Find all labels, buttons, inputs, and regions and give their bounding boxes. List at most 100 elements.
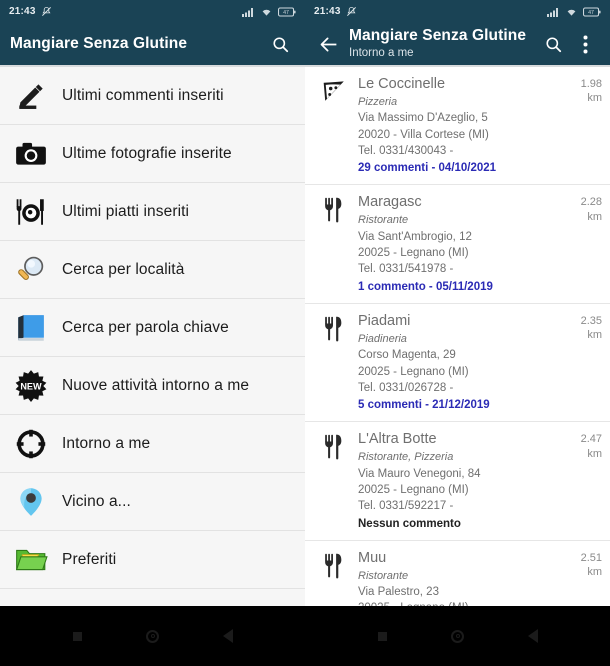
folder-star-icon — [10, 539, 52, 581]
menu-item-label: Intorno a me — [62, 434, 151, 452]
place-details: Maragasc Ristorante Via Sant'Ambrogio, 1… — [351, 193, 562, 295]
status-bar-right: 21:43 47 — [305, 0, 610, 23]
place-distance: 2.47 km — [562, 430, 602, 532]
menu-item-vicino-a[interactable]: Vicino a... — [0, 473, 305, 531]
bell-muted-icon — [41, 6, 52, 17]
menu-item-cerca-parola-chiave[interactable]: Cerca per parola chiave — [0, 299, 305, 357]
place-distance-value: 2.28 — [580, 196, 602, 209]
left-navigation-bar — [0, 606, 305, 666]
place-list-item[interactable]: L'Altra Botte Ristorante, Pizzeria Via M… — [305, 422, 610, 541]
signal-bars-icon — [547, 7, 560, 17]
left-appbar-actions — [265, 28, 295, 60]
place-comments-link[interactable]: 5 commenti - 21/12/2019 — [358, 397, 562, 414]
menu-item-label: Ultime fotografie inserite — [62, 144, 232, 162]
battery-icon: 47 — [278, 7, 296, 17]
place-category: Pizzeria — [358, 95, 398, 108]
menu-item-cerca-localita[interactable]: Cerca per località — [0, 241, 305, 299]
svg-text:NEW: NEW — [20, 381, 42, 391]
cutlery-plate-icon — [10, 191, 52, 233]
svg-text:47: 47 — [588, 10, 594, 16]
menu-item-label: Preferiti — [62, 550, 117, 568]
place-distance-unit: km — [587, 329, 602, 342]
wifi-icon — [565, 7, 578, 17]
menu-item-ultimi-commenti[interactable]: Ultimi commenti inseriti — [0, 67, 305, 125]
bell-muted-icon — [346, 6, 357, 17]
place-distance: 2.51 km — [562, 549, 602, 606]
right-appbar-actions — [538, 28, 600, 60]
place-distance-value: 1.98 — [580, 78, 602, 90]
menu-item-label: Nuove attività intorno a me — [62, 376, 250, 394]
place-list-item[interactable]: Maragasc Ristorante Via Sant'Ambrogio, 1… — [305, 185, 610, 304]
place-distance-unit: km — [587, 210, 602, 223]
search-icon[interactable] — [265, 28, 295, 60]
crosshair-icon — [10, 423, 52, 465]
page-title: Mangiare Senza Glutine — [349, 27, 527, 45]
place-address: Via Sant'Ambrogio, 12 — [358, 230, 472, 243]
place-details: L'Altra Botte Ristorante, Pizzeria Via M… — [351, 430, 562, 532]
menu-item-preferiti[interactable]: Preferiti — [0, 531, 305, 589]
dual-screenshot-canvas: 21:43 47 Mangiare Senza Glutine Ultimi c… — [0, 0, 610, 666]
place-list-item[interactable]: Piadami Piadineria Corso Magenta, 29 200… — [305, 303, 610, 423]
menu-item-ultimi-piatti[interactable]: Ultimi piatti inseriti — [0, 183, 305, 241]
pencil-icon — [10, 75, 52, 117]
right-app-bar: Mangiare Senza Glutine Intorno a me — [305, 23, 610, 65]
cutlery-icon — [317, 312, 351, 414]
menu-item-partial[interactable] — [0, 589, 305, 606]
place-city: 20025 - Legnano (MI) — [358, 247, 469, 260]
left-appbar-titles: Mangiare Senza Glutine — [10, 35, 265, 53]
place-distance-value: 2.35 — [580, 314, 602, 327]
menu-item-label: Cerca per parola chiave — [62, 318, 229, 336]
place-category: Piadineria — [358, 332, 407, 345]
right-navigation-bar — [305, 606, 610, 666]
back-arrow-icon[interactable] — [315, 31, 341, 57]
wifi-icon — [260, 7, 273, 17]
square-recents-icon[interactable] — [366, 619, 400, 653]
place-phone: Tel. 0331/026728 - — [358, 381, 454, 394]
place-city: 20025 - Legnano (MI) — [358, 365, 469, 378]
status-bar-time: 21:43 — [9, 6, 36, 17]
triangle-back-icon[interactable] — [211, 619, 245, 653]
map-pin-icon — [10, 481, 52, 523]
place-name: Muu — [358, 549, 387, 566]
place-distance-value: 2.51 — [580, 551, 602, 564]
main-menu-list: Ultimi commenti inseriti Ultime fotograf… — [0, 67, 305, 606]
place-details: Piadami Piadineria Corso Magenta, 29 200… — [351, 312, 562, 414]
pizza-slice-icon — [317, 75, 351, 177]
place-distance-value: 2.47 — [580, 433, 602, 446]
place-distance: 1.98 km — [562, 75, 602, 177]
place-name: L'Altra Botte — [358, 431, 437, 448]
menu-item-nuove-attivita[interactable]: NEW Nuove attività intorno a me — [0, 357, 305, 415]
magnifier-icon — [10, 249, 52, 291]
more-vertical-icon[interactable] — [570, 28, 600, 60]
place-name: Le Coccinelle — [358, 76, 446, 92]
place-comments-link[interactable]: 1 commento - 05/11/2019 — [358, 279, 562, 296]
menu-item-ultime-fotografie[interactable]: Ultime fotografie inserite — [0, 125, 305, 183]
menu-item-intorno-a-me[interactable]: Intorno a me — [0, 415, 305, 473]
search-icon[interactable] — [538, 28, 568, 60]
menu-item-label: Cerca per località — [62, 260, 185, 278]
place-address: Corso Magenta, 29 — [358, 349, 456, 362]
place-address: Via Palestro, 23 — [358, 586, 439, 599]
circle-home-icon[interactable] — [136, 619, 170, 653]
square-recents-icon[interactable] — [61, 619, 95, 653]
place-comments-link: Nessun commento — [358, 517, 461, 530]
place-phone: Tel. 0331/430043 - — [358, 144, 454, 157]
book-icon — [10, 307, 52, 349]
place-distance-unit: km — [587, 92, 602, 105]
new-badge-icon: NEW — [10, 365, 52, 407]
triangle-back-icon[interactable] — [516, 619, 550, 653]
cutlery-icon — [317, 549, 351, 606]
place-category: Ristorante, Pizzeria — [358, 451, 454, 464]
place-comments-link[interactable]: 29 commenti - 04/10/2021 — [358, 160, 562, 177]
camera-icon — [10, 133, 52, 175]
place-list-item[interactable]: Muu Ristorante Via Palestro, 23 20025 - … — [305, 540, 610, 606]
place-details: Le Coccinelle Pizzeria Via Massimo D'Aze… — [351, 75, 562, 177]
right-phone-screen: 21:43 47 Mangiare Senza Glutine Intorno … — [305, 0, 610, 666]
place-city: 20020 - Villa Cortese (MI) — [358, 128, 489, 141]
menu-item-label: Ultimi commenti inseriti — [62, 86, 224, 104]
place-category: Ristorante — [358, 214, 409, 227]
left-app-bar: Mangiare Senza Glutine — [0, 23, 305, 65]
place-distance-unit: km — [587, 566, 602, 579]
circle-home-icon[interactable] — [441, 619, 475, 653]
place-list-item[interactable]: Le Coccinelle Pizzeria Via Massimo D'Aze… — [305, 67, 610, 186]
